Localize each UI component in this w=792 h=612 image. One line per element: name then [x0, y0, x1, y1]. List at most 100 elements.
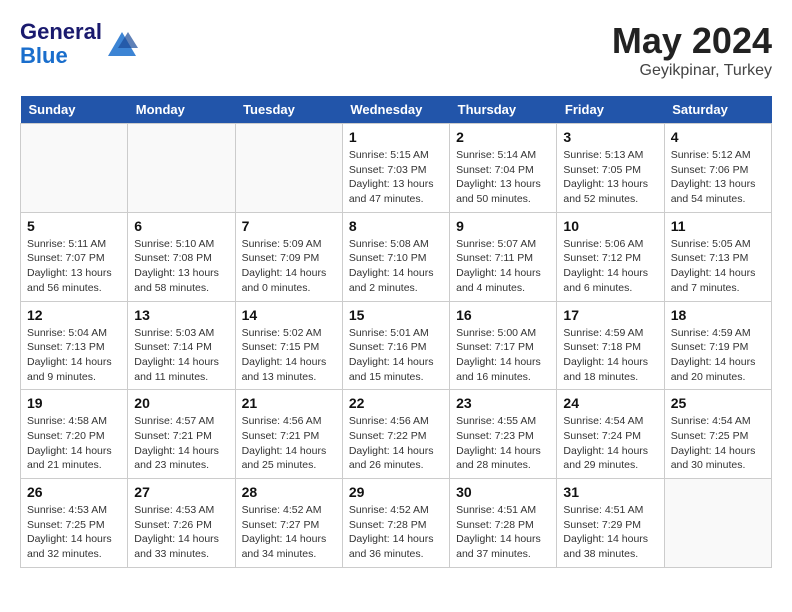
- day-info: Sunrise: 5:13 AM Sunset: 7:05 PM Dayligh…: [563, 148, 657, 207]
- weekday-header-monday: Monday: [128, 96, 235, 124]
- day-number: 7: [242, 218, 336, 234]
- calendar-cell: 30Sunrise: 4:51 AM Sunset: 7:28 PM Dayli…: [450, 479, 557, 568]
- day-number: 3: [563, 129, 657, 145]
- day-info: Sunrise: 5:10 AM Sunset: 7:08 PM Dayligh…: [134, 237, 228, 296]
- calendar-cell: [21, 124, 128, 213]
- day-info: Sunrise: 5:06 AM Sunset: 7:12 PM Dayligh…: [563, 237, 657, 296]
- calendar-cell: 8Sunrise: 5:08 AM Sunset: 7:10 PM Daylig…: [342, 212, 449, 301]
- month-title: May 2024: [612, 20, 772, 62]
- day-number: 11: [671, 218, 765, 234]
- day-info: Sunrise: 5:12 AM Sunset: 7:06 PM Dayligh…: [671, 148, 765, 207]
- day-number: 24: [563, 395, 657, 411]
- page-header: GeneralBlue May 2024 Geyikpinar, Turkey: [20, 20, 772, 80]
- day-number: 14: [242, 307, 336, 323]
- day-number: 22: [349, 395, 443, 411]
- calendar-cell: 14 Sunrise: 5:02 AM Sunset: 7:15 PM Dayli…: [235, 301, 342, 390]
- location-subtitle: Geyikpinar, Turkey: [612, 62, 772, 80]
- weekday-header-thursday: Thursday: [450, 96, 557, 124]
- day-info: Sunrise: 4:52 AM Sunset: 7:27 PM Dayligh…: [242, 503, 336, 562]
- day-number: 31: [563, 484, 657, 500]
- day-info: Sunrise: 4:53 AM Sunset: 7:26 PM Dayligh…: [134, 503, 228, 562]
- day-number: 2: [456, 129, 550, 145]
- day-info: Sunrise: 4:58 AM Sunset: 7:20 PM Dayligh…: [27, 414, 121, 473]
- day-number: 25: [671, 395, 765, 411]
- day-info: Sunrise: 5:15 AM Sunset: 7:03 PM Dayligh…: [349, 148, 443, 207]
- logo-icon: [106, 30, 138, 58]
- calendar-cell: 17Sunrise: 4:59 AM Sunset: 7:18 PM Dayli…: [557, 301, 664, 390]
- calendar-cell: [664, 479, 771, 568]
- calendar-cell: 20 Sunrise: 4:57 AM Sunset: 7:21 PM Dayli…: [128, 390, 235, 479]
- day-info: Sunrise: 5:14 AM Sunset: 7:04 PM Dayligh…: [456, 148, 550, 207]
- day-info: Sunrise: 5:09 AM Sunset: 7:09 PM Dayligh…: [242, 237, 336, 296]
- calendar-cell: 12Sunrise: 5:04 AM Sunset: 7:13 PM Dayli…: [21, 301, 128, 390]
- calendar-cell: 3 Sunrise: 5:13 AM Sunset: 7:05 PM Daylig…: [557, 124, 664, 213]
- day-info: Sunrise: 4:59 AM Sunset: 7:19 PM Dayligh…: [671, 326, 765, 385]
- day-info: Sunrise: 5:00 AM Sunset: 7:17 PM Dayligh…: [456, 326, 550, 385]
- day-number: 20: [134, 395, 228, 411]
- day-number: 4: [671, 129, 765, 145]
- calendar-cell: 21Sunrise: 4:56 AM Sunset: 7:21 PM Dayli…: [235, 390, 342, 479]
- week-row-2: 12Sunrise: 5:04 AM Sunset: 7:13 PM Dayli…: [21, 301, 772, 390]
- calendar-cell: 1 Sunrise: 5:15 AM Sunset: 7:03 PM Daylig…: [342, 124, 449, 213]
- calendar-table: SundayMondayTuesdayWednesdayThursdayFrid…: [20, 96, 772, 568]
- calendar-cell: 25Sunrise: 4:54 AM Sunset: 7:25 PM Dayli…: [664, 390, 771, 479]
- week-row-1: 5 Sunrise: 5:11 AM Sunset: 7:07 PM Daylig…: [21, 212, 772, 301]
- day-info: Sunrise: 4:52 AM Sunset: 7:28 PM Dayligh…: [349, 503, 443, 562]
- calendar-cell: 13 Sunrise: 5:03 AM Sunset: 7:14 PM Dayli…: [128, 301, 235, 390]
- calendar-cell: 28 Sunrise: 4:52 AM Sunset: 7:27 PM Dayli…: [235, 479, 342, 568]
- logo-text: GeneralBlue: [20, 20, 102, 68]
- day-info: Sunrise: 4:51 AM Sunset: 7:29 PM Dayligh…: [563, 503, 657, 562]
- calendar-cell: 19Sunrise: 4:58 AM Sunset: 7:20 PM Dayli…: [21, 390, 128, 479]
- calendar-cell: 5 Sunrise: 5:11 AM Sunset: 7:07 PM Daylig…: [21, 212, 128, 301]
- calendar-cell: 18 Sunrise: 4:59 AM Sunset: 7:19 PM Dayli…: [664, 301, 771, 390]
- day-number: 10: [563, 218, 657, 234]
- day-number: 5: [27, 218, 121, 234]
- day-number: 16: [456, 307, 550, 323]
- day-info: Sunrise: 5:03 AM Sunset: 7:14 PM Dayligh…: [134, 326, 228, 385]
- calendar-cell: 11Sunrise: 5:05 AM Sunset: 7:13 PM Dayli…: [664, 212, 771, 301]
- calendar-cell: 10 Sunrise: 5:06 AM Sunset: 7:12 PM Dayli…: [557, 212, 664, 301]
- week-row-4: 26 Sunrise: 4:53 AM Sunset: 7:25 PM Dayli…: [21, 479, 772, 568]
- calendar-cell: 27 Sunrise: 4:53 AM Sunset: 7:26 PM Dayli…: [128, 479, 235, 568]
- day-info: Sunrise: 4:53 AM Sunset: 7:25 PM Dayligh…: [27, 503, 121, 562]
- calendar-cell: 7 Sunrise: 5:09 AM Sunset: 7:09 PM Daylig…: [235, 212, 342, 301]
- week-row-0: 1 Sunrise: 5:15 AM Sunset: 7:03 PM Daylig…: [21, 124, 772, 213]
- day-number: 18: [671, 307, 765, 323]
- day-info: Sunrise: 5:11 AM Sunset: 7:07 PM Dayligh…: [27, 237, 121, 296]
- calendar-cell: 22 Sunrise: 4:56 AM Sunset: 7:22 PM Dayli…: [342, 390, 449, 479]
- weekday-header-wednesday: Wednesday: [342, 96, 449, 124]
- calendar-cell: 15 Sunrise: 5:01 AM Sunset: 7:16 PM Dayli…: [342, 301, 449, 390]
- day-info: Sunrise: 4:56 AM Sunset: 7:22 PM Dayligh…: [349, 414, 443, 473]
- weekday-header-saturday: Saturday: [664, 96, 771, 124]
- calendar-cell: 29 Sunrise: 4:52 AM Sunset: 7:28 PM Dayli…: [342, 479, 449, 568]
- day-number: 1: [349, 129, 443, 145]
- weekday-header-friday: Friday: [557, 96, 664, 124]
- day-info: Sunrise: 4:57 AM Sunset: 7:21 PM Dayligh…: [134, 414, 228, 473]
- day-number: 8: [349, 218, 443, 234]
- day-info: Sunrise: 4:55 AM Sunset: 7:23 PM Dayligh…: [456, 414, 550, 473]
- day-number: 15: [349, 307, 443, 323]
- calendar-cell: 6 Sunrise: 5:10 AM Sunset: 7:08 PM Daylig…: [128, 212, 235, 301]
- day-info: Sunrise: 5:01 AM Sunset: 7:16 PM Dayligh…: [349, 326, 443, 385]
- calendar-cell: 4 Sunrise: 5:12 AM Sunset: 7:06 PM Daylig…: [664, 124, 771, 213]
- day-number: 28: [242, 484, 336, 500]
- title-block: May 2024 Geyikpinar, Turkey: [612, 20, 772, 80]
- weekday-header-sunday: Sunday: [21, 96, 128, 124]
- day-info: Sunrise: 5:02 AM Sunset: 7:15 PM Dayligh…: [242, 326, 336, 385]
- day-number: 26: [27, 484, 121, 500]
- day-number: 30: [456, 484, 550, 500]
- day-info: Sunrise: 5:04 AM Sunset: 7:13 PM Dayligh…: [27, 326, 121, 385]
- day-number: 27: [134, 484, 228, 500]
- calendar-cell: 31 Sunrise: 4:51 AM Sunset: 7:29 PM Dayli…: [557, 479, 664, 568]
- day-number: 17: [563, 307, 657, 323]
- weekday-header-row: SundayMondayTuesdayWednesdayThursdayFrid…: [21, 96, 772, 124]
- calendar-cell: 26 Sunrise: 4:53 AM Sunset: 7:25 PM Dayli…: [21, 479, 128, 568]
- day-info: Sunrise: 4:56 AM Sunset: 7:21 PM Dayligh…: [242, 414, 336, 473]
- day-info: Sunrise: 5:07 AM Sunset: 7:11 PM Dayligh…: [456, 237, 550, 296]
- day-number: 6: [134, 218, 228, 234]
- day-number: 23: [456, 395, 550, 411]
- day-number: 29: [349, 484, 443, 500]
- weekday-header-tuesday: Tuesday: [235, 96, 342, 124]
- day-number: 13: [134, 307, 228, 323]
- week-row-3: 19Sunrise: 4:58 AM Sunset: 7:20 PM Dayli…: [21, 390, 772, 479]
